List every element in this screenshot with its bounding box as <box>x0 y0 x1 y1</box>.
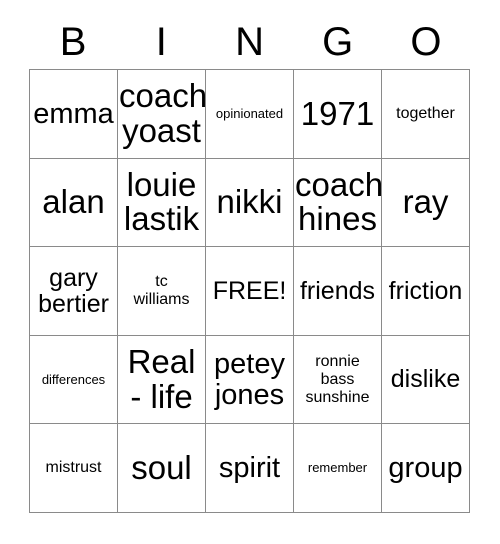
bingo-cell-free-space[interactable]: FREE! <box>206 247 294 336</box>
bingo-cell-i1[interactable]: coach yoast <box>118 70 206 159</box>
bingo-header-letter-n: N <box>235 19 264 64</box>
bingo-cell-i4[interactable]: Real - life <box>118 335 206 425</box>
bingo-cell-label: friction <box>388 276 463 305</box>
bingo-cell-n5[interactable]: spirit <box>206 424 294 513</box>
bingo-cell-o5[interactable]: group <box>382 424 470 513</box>
bingo-cell-b5[interactable]: mistrust <box>30 424 118 513</box>
bingo-cell-label: nikki <box>216 183 283 221</box>
bingo-cell-label: soul <box>131 449 192 487</box>
bingo-cell-g1[interactable]: 1971 <box>294 70 382 159</box>
bingo-cell-label: gary bertier <box>38 263 109 318</box>
bingo-cell-o4[interactable]: dislike <box>382 335 470 425</box>
bingo-cell-o1[interactable]: together <box>382 70 470 159</box>
bingo-cell-g4[interactable]: ronnie bass sunshine <box>294 335 382 425</box>
bingo-cell-n4[interactable]: petey jones <box>206 335 294 425</box>
bingo-card: B I N G O emma coach yoast opinionated 1… <box>0 0 500 544</box>
bingo-cell-label: remember <box>307 460 368 476</box>
bingo-cell-label: emma <box>33 97 114 130</box>
bingo-cell-label: differences <box>41 371 106 387</box>
bingo-cell-b3[interactable]: gary bertier <box>30 247 118 336</box>
bingo-cell-label: mistrust <box>45 459 102 477</box>
bingo-cell-i2[interactable]: louie lastik <box>118 158 206 248</box>
bingo-cell-b2[interactable]: alan <box>30 158 118 248</box>
bingo-cell-i5[interactable]: soul <box>118 424 206 513</box>
bingo-cell-label: Real - life <box>127 343 196 415</box>
bingo-cell-label: friends <box>299 276 376 305</box>
bingo-cell-n1[interactable]: opinionated <box>206 70 294 159</box>
bingo-header-letter-b: B <box>59 19 87 64</box>
bingo-cell-label: group <box>388 452 463 485</box>
bingo-cell-g5[interactable]: remember <box>294 424 382 513</box>
bingo-header-letter-i: I <box>155 19 167 64</box>
bingo-cell-b1[interactable]: emma <box>30 70 118 159</box>
bingo-cell-label: alan <box>42 183 105 221</box>
bingo-header-letter-g: G <box>322 19 354 64</box>
bingo-cell-n2[interactable]: nikki <box>206 158 294 248</box>
bingo-cell-o3[interactable]: friction <box>382 247 470 336</box>
bingo-cell-b4[interactable]: differences <box>30 335 118 425</box>
bingo-cell-g2[interactable]: coach hines <box>294 158 382 248</box>
bingo-cell-label: petey jones <box>214 348 285 411</box>
bingo-cell-label: together <box>396 104 455 122</box>
bingo-cell-label: louie lastik <box>123 166 200 238</box>
bingo-cell-o2[interactable]: ray <box>382 158 470 248</box>
bingo-cell-label: ronnie bass sunshine <box>305 352 370 406</box>
bingo-cell-label: coach yoast <box>119 77 206 149</box>
bingo-cell-g3[interactable]: friends <box>294 247 382 336</box>
bingo-cell-label: tc williams <box>133 273 190 308</box>
bingo-cell-label: opinionated <box>215 105 284 121</box>
bingo-cell-label: coach hines <box>295 166 382 238</box>
bingo-cell-label: dislike <box>390 365 461 394</box>
bingo-grid: emma coach yoast opinionated 1971 togeth… <box>29 69 470 513</box>
bingo-cell-i3[interactable]: tc williams <box>118 247 206 336</box>
bingo-header: B I N G O <box>29 14 470 69</box>
bingo-header-letter-o: O <box>410 19 442 64</box>
bingo-free-space-label: FREE! <box>212 276 287 305</box>
bingo-cell-label: spirit <box>218 452 281 485</box>
bingo-cell-label: 1971 <box>300 94 375 132</box>
bingo-cell-label: ray <box>402 183 449 221</box>
